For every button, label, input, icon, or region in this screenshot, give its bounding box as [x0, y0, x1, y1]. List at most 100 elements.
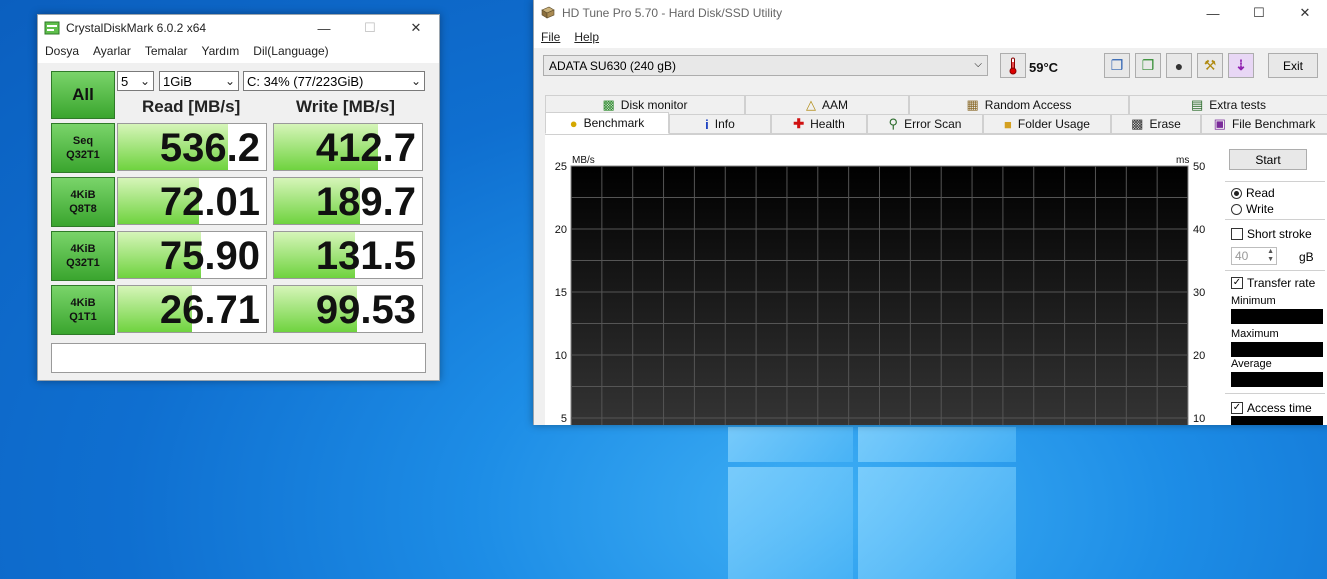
write-radio[interactable]: Write	[1231, 202, 1274, 216]
menu-language[interactable]: Dil(Language)	[246, 44, 335, 58]
menu-dosya[interactable]: Dosya	[38, 44, 86, 58]
menu-yardim[interactable]: Yardım	[195, 44, 247, 58]
extra-tests-icon: ▤	[1191, 97, 1204, 112]
tab-info[interactable]: i Info	[669, 114, 771, 134]
write-result-cell: 99.53	[273, 285, 423, 333]
write-result-value: 99.53	[315, 288, 416, 332]
copy-icon: ❐	[1110, 57, 1124, 73]
menu-file[interactable]: File	[534, 30, 567, 44]
benchmark-controls: Start Read Write Short stroke 40 ▲▼ gB	[1219, 135, 1327, 425]
hdt-toolbar: ADATA SU630 (240 gB) ⌵ 59°C ❐ ❐ ● ⚒ ⇣ Ex…	[534, 48, 1327, 88]
exit-button[interactable]: Exit	[1268, 53, 1318, 78]
short-stroke-checkbox[interactable]: Short stroke	[1231, 227, 1312, 241]
health-cross-icon: ✚	[793, 116, 805, 131]
magnifier-icon: ⚲	[888, 116, 899, 131]
short-stroke-input[interactable]: 40 ▲ ▼	[1231, 247, 1277, 265]
menu-help[interactable]: Help	[567, 30, 606, 44]
cdm-titlebar[interactable]: CrystalDiskMark 6.0.2 x64 — ☐ ✕	[38, 15, 439, 41]
copy-text-button[interactable]: ❐	[1104, 53, 1130, 78]
access-time-checkbox[interactable]: ✓ Access time	[1231, 401, 1312, 415]
read-result-value: 72.01	[159, 180, 260, 224]
tab-error-scan[interactable]: ⚲ Error Scan	[867, 114, 983, 134]
tab-aam[interactable]: △ AAM	[745, 95, 909, 115]
test-label-line1: 4KiB	[70, 243, 96, 255]
tab-health[interactable]: ✚ Health	[771, 114, 867, 134]
all-button[interactable]: All	[51, 71, 115, 119]
hdt-titlebar[interactable]: HD Tune Pro 5.70 - Hard Disk/SSD Utility…	[534, 0, 1327, 26]
tab-random-access[interactable]: ▦ Random Access	[909, 95, 1129, 115]
radio-indicator	[1231, 187, 1242, 199]
access-time-value-box	[1231, 416, 1323, 425]
test-label-line1: 4KiB	[70, 189, 96, 201]
windows-logo-pane	[728, 427, 853, 462]
cdm-menubar: Dosya Ayarlar Temalar Yardım Dil(Languag…	[38, 41, 439, 61]
test-button-3[interactable]: 4KiB Q1T1	[51, 285, 115, 335]
copy-image-button[interactable]: ❐	[1135, 53, 1161, 78]
maximize-button[interactable]: ☐	[347, 15, 393, 41]
count-select[interactable]: 5 ⌄	[117, 71, 154, 91]
tab-label: Random Access	[984, 98, 1072, 112]
transfer-rate-checkbox[interactable]: ✓ Transfer rate	[1231, 276, 1315, 290]
benchmark-panel: 25 20 15 10 5 50 40 30 20 10 MB/s ms Start Read Wri…	[545, 134, 1327, 425]
download-button[interactable]: ⇣	[1228, 53, 1254, 78]
write-radio-label: Write	[1246, 202, 1274, 216]
chevron-down-icon: ⌄	[410, 74, 421, 88]
spinner-arrows-icon[interactable]: ▲ ▼	[1267, 248, 1274, 264]
maximize-button[interactable]: ☐	[1236, 0, 1282, 26]
close-button[interactable]: ✕	[1282, 0, 1327, 26]
drive-select[interactable]: C: 34% (77/223GiB) ⌄	[243, 71, 425, 91]
hdtune-app-icon	[541, 6, 555, 19]
temperature-readout: 59°C	[1029, 60, 1059, 75]
speaker-icon: △	[805, 97, 816, 112]
lightbulb-icon: ●	[569, 115, 578, 131]
write-result-cell: 131.5	[273, 231, 423, 279]
read-radio-label: Read	[1246, 186, 1275, 200]
y-tick-label: 15	[555, 287, 567, 299]
start-button[interactable]: Start	[1229, 149, 1307, 170]
crystaldiskmark-window: CrystalDiskMark 6.0.2 x64 — ☐ ✕ Dosya Ay…	[37, 14, 440, 381]
tab-file-benchmark[interactable]: ▣ File Benchmark	[1201, 114, 1327, 134]
file-benchmark-icon: ▣	[1213, 116, 1226, 131]
test-label-line1: Seq	[72, 135, 94, 147]
windows-logo-pane	[728, 467, 853, 579]
options-button[interactable]: ⚒	[1197, 53, 1223, 78]
size-select[interactable]: 1GiB ⌄	[159, 71, 239, 91]
average-value-box	[1231, 372, 1323, 387]
read-result-cell: 536.2	[117, 123, 267, 171]
tab-benchmark[interactable]: ● Benchmark	[545, 112, 669, 134]
info-icon: i	[705, 116, 709, 132]
minimize-button[interactable]: —	[301, 15, 347, 41]
write-header: Write [MB/s]	[296, 97, 395, 116]
test-button-1[interactable]: 4KiB Q8T8	[51, 177, 115, 227]
folder-icon: ■	[1004, 116, 1012, 132]
tab-folder-usage[interactable]: ■ Folder Usage	[983, 114, 1111, 134]
y-axis-label: MB/s	[572, 155, 595, 166]
count-select-value: 5	[121, 73, 129, 89]
tab-extra-tests[interactable]: ▤ Extra tests	[1129, 95, 1327, 115]
close-button[interactable]: ✕	[393, 15, 439, 41]
y2-tick-label: 20	[1193, 350, 1205, 362]
read-radio[interactable]: Read	[1231, 186, 1275, 200]
disk-monitor-icon: ▩	[602, 97, 615, 112]
checkmark-icon: ✓	[1231, 277, 1243, 289]
read-result-value: 26.71	[159, 288, 260, 332]
gb-unit-label: gB	[1299, 250, 1314, 264]
y-tick-label: 10	[555, 350, 567, 362]
hdtune-window: HD Tune Pro 5.70 - Hard Disk/SSD Utility…	[533, 0, 1327, 425]
menu-ayarlar[interactable]: Ayarlar	[86, 44, 138, 58]
minimize-button[interactable]: —	[1190, 0, 1236, 26]
y-tick-label: 5	[561, 413, 567, 425]
temperature-button[interactable]	[1000, 53, 1026, 78]
test-button-2[interactable]: 4KiB Q32T1	[51, 231, 115, 281]
menu-temalar[interactable]: Temalar	[138, 44, 195, 58]
tab-erase[interactable]: ▩ Erase	[1111, 114, 1201, 134]
maximum-value-box	[1231, 342, 1323, 357]
y-tick-label: 20	[555, 224, 567, 236]
benchmark-chart-svg: 25 20 15 10 5 50 40 30 20 10 MB/s ms	[555, 155, 1205, 425]
tab-label: Disk monitor	[620, 98, 688, 112]
thermometer-icon	[1009, 57, 1017, 74]
screenshot-button[interactable]: ●	[1166, 53, 1192, 78]
test-button-0[interactable]: Seq Q32T1	[51, 123, 115, 173]
drive-select[interactable]: ADATA SU630 (240 gB) ⌵	[543, 55, 988, 76]
divider	[1225, 270, 1325, 271]
